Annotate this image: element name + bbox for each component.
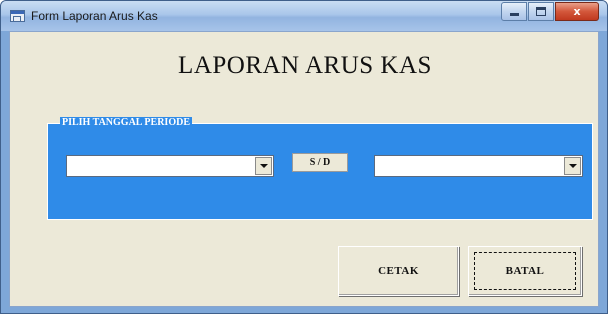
- minimize-icon: [509, 13, 519, 16]
- page-title: LAPORAN ARUS KAS: [178, 52, 432, 79]
- form-body: LAPORAN ARUS KAS PILIH TANGGAL PERIODE S…: [9, 31, 599, 307]
- period-group-label: PILIH TANGGAL PERIODE: [60, 117, 192, 128]
- window: Form Laporan Arus Kas x LAPORAN ARUS KAS…: [0, 0, 608, 314]
- print-button[interactable]: CETAK: [338, 246, 459, 296]
- window-title: Form Laporan Arus Kas: [31, 9, 158, 23]
- close-icon: x: [573, 5, 581, 18]
- cancel-button-label: BATAL: [505, 265, 545, 277]
- cancel-button[interactable]: BATAL: [468, 246, 582, 296]
- end-date-dropdown-button[interactable]: [564, 157, 581, 175]
- start-date-combo[interactable]: [66, 155, 274, 177]
- caption-buttons: x: [500, 2, 599, 21]
- print-button-label: CETAK: [378, 265, 419, 277]
- minimize-button[interactable]: [501, 2, 527, 21]
- end-date-combo[interactable]: [374, 155, 583, 177]
- separator-label: S / D: [292, 153, 348, 172]
- start-date-dropdown-button[interactable]: [255, 157, 272, 175]
- title-bar[interactable]: Form Laporan Arus Kas x: [1, 1, 607, 31]
- form-icon: [10, 10, 25, 22]
- maximize-button[interactable]: [528, 2, 554, 21]
- chevron-down-icon: [568, 164, 577, 168]
- maximize-icon: [536, 7, 546, 16]
- chevron-down-icon: [259, 164, 268, 168]
- close-button[interactable]: x: [555, 2, 599, 21]
